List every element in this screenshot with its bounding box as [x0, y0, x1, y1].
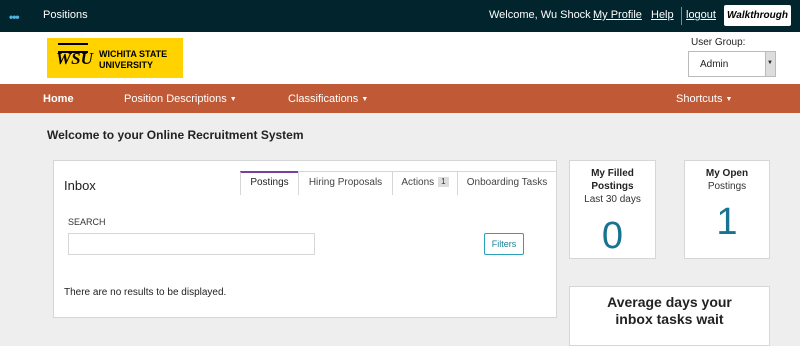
filters-button[interactable]: Filters	[484, 233, 524, 255]
nav-home-label: Home	[43, 93, 74, 105]
search-label: SEARCH	[68, 217, 106, 227]
nav-classifications-label: Classifications	[288, 93, 359, 105]
nav-classifications[interactable]: Classifications ▼	[288, 93, 368, 105]
inbox-title: Inbox	[64, 178, 96, 193]
help-link[interactable]: Help	[651, 9, 674, 21]
nav-shortcuts-label: Shortcuts	[676, 93, 723, 105]
filled-title-line2: Postings	[591, 181, 634, 192]
avg-line1: Average days your	[607, 294, 732, 310]
caret-down-icon: ▼	[725, 96, 733, 103]
walkthrough-button[interactable]: Walkthrough	[724, 5, 791, 26]
open-postings-card[interactable]: My Open Postings 1	[684, 160, 770, 259]
filled-title-line1: My Filled	[591, 168, 634, 179]
filled-postings-card[interactable]: My Filled Postings Last 30 days 0	[569, 160, 656, 259]
select-arrow[interactable]: ▼	[765, 52, 775, 76]
open-title: My Open	[705, 168, 749, 179]
tab-actions[interactable]: Actions 1	[392, 171, 458, 195]
my-profile-link[interactable]: My Profile	[593, 9, 642, 21]
logo-wsu: WSU	[56, 49, 93, 68]
tab-onboarding-tasks-label: Onboarding Tasks	[466, 177, 548, 188]
caret-down-icon: ▼	[229, 96, 237, 103]
tab-onboarding-tasks[interactable]: Onboarding Tasks	[457, 171, 557, 195]
university-logo[interactable]: WSU WICHITA STATE UNIVERSITY	[47, 38, 183, 78]
logo-line2: UNIVERSITY	[99, 60, 154, 70]
user-group-label: User Group:	[691, 37, 746, 48]
nav-shortcuts[interactable]: Shortcuts ▼	[676, 93, 732, 105]
inbox-panel: Inbox Postings Hiring Proposals Actions 1…	[53, 160, 557, 318]
open-subtitle: Postings	[707, 181, 747, 192]
filled-count: 0	[601, 215, 624, 257]
header: WSU WICHITA STATE UNIVERSITY User Group:…	[0, 32, 800, 84]
tab-hiring-proposals-label: Hiring Proposals	[308, 177, 383, 188]
search-input[interactable]	[68, 233, 315, 255]
top-bar: ••• Positions Welcome, Wu Shock My Profi…	[0, 0, 800, 32]
open-count: 1	[716, 201, 738, 243]
caret-down-icon: ▼	[361, 96, 369, 103]
page-title: Welcome to your Online Recruitment Syste…	[47, 128, 304, 142]
chevron-down-icon: ▼	[767, 60, 773, 66]
average-days-card: Average days your inbox tasks wait	[569, 286, 770, 346]
nav-home[interactable]: Home	[43, 93, 74, 105]
nav-position-descriptions-label: Position Descriptions	[124, 93, 227, 105]
app-menu-icon[interactable]: •••	[9, 10, 20, 24]
filled-subtitle: Last 30 days	[584, 194, 641, 205]
tab-postings-label: Postings	[250, 177, 289, 188]
tab-postings[interactable]: Postings	[240, 171, 299, 195]
tab-hiring-proposals[interactable]: Hiring Proposals	[298, 171, 393, 195]
nav-position-descriptions[interactable]: Position Descriptions ▼	[124, 93, 237, 105]
main-nav: Home Position Descriptions ▼ Classificati…	[0, 84, 800, 113]
logout-link[interactable]: logout	[686, 9, 716, 21]
no-results-message: There are no results to be displayed.	[64, 287, 227, 298]
user-group-select[interactable]: Admin ▼	[688, 51, 776, 77]
logo-line1: WICHITA STATE	[99, 49, 168, 59]
welcome-text: Welcome, Wu Shock	[489, 9, 591, 21]
user-group-value: Admin	[700, 59, 729, 70]
divider	[681, 7, 682, 25]
app-title: Positions	[43, 9, 88, 21]
tab-actions-label: Actions	[401, 177, 435, 188]
actions-count-badge: 1	[438, 177, 449, 187]
avg-line2: inbox tasks wait	[615, 311, 724, 327]
